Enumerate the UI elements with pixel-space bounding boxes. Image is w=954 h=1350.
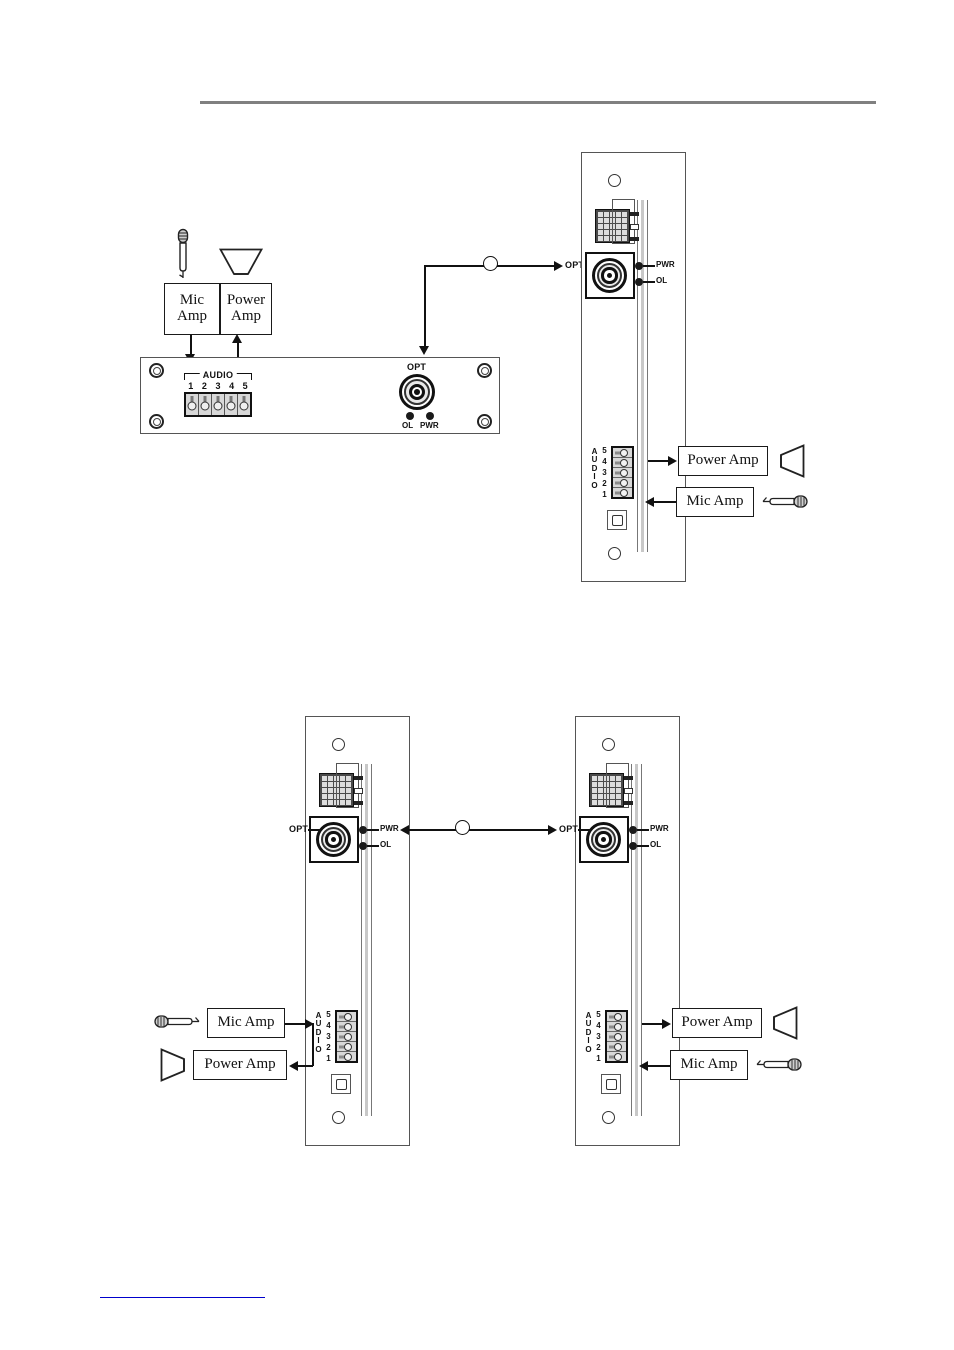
audio-letter-o: O: [315, 1044, 322, 1054]
card-lower-screw: [335, 1078, 347, 1090]
card-led-ol-leader: [367, 845, 379, 847]
card-audio-cell: [607, 1022, 626, 1032]
card-mount-hole-top: [332, 738, 345, 751]
left-mic-amp-box[interactable]: Mic Amp: [207, 1008, 285, 1038]
card-audio-cell: [607, 1052, 626, 1061]
right-card-opt-label: OPT: [559, 824, 579, 834]
card-led-pwr-label: PWR: [650, 824, 669, 833]
card-lower-screw-bracket: [601, 1074, 621, 1094]
right-power-amp-box[interactable]: Power Amp: [672, 1008, 762, 1038]
card-mount-hole-bottom: [602, 1111, 615, 1124]
left-power-amp-box[interactable]: Power Amp: [193, 1050, 287, 1080]
card-audio-pin-4: 4: [326, 1021, 331, 1030]
card-audio-pin-1: 1: [326, 1054, 331, 1063]
card-led-pwr-leader: [367, 829, 379, 831]
card-lower-screw-bracket: [331, 1074, 351, 1094]
card-audio-cell: [337, 1042, 356, 1052]
card-audio-label: A U D I O: [584, 1011, 593, 1054]
fiber-link-line: [409, 829, 548, 831]
card-audio-cell: [337, 1012, 356, 1022]
card-audio-pin-3: 3: [596, 1032, 601, 1041]
left-card-opt-tick: [308, 829, 320, 831]
card-audio-pin-numbers: 5 4 3 2 1: [324, 1010, 333, 1063]
left-power-amp-line: [296, 1065, 313, 1067]
card-audio-cell: [337, 1052, 356, 1061]
figure-bottom: PWR OL A U D I O 5 4 3 2 1 PWR OL A U D …: [0, 0, 954, 1200]
card-lower-screw: [605, 1078, 617, 1090]
speaker-icon: [160, 1048, 190, 1082]
card-led-ol-label: OL: [650, 840, 662, 849]
vertical-card-left: PWR OL A U D I O 5 4 3 2 1: [305, 716, 410, 1146]
speaker-icon: [768, 1006, 798, 1040]
document-page: Mic Amp Power Amp AUDIO 1 2 3 4 5 OPT OL…: [0, 0, 954, 1350]
fiber-arrow-to-left-card: [400, 825, 409, 835]
card-led-pwr: [629, 826, 637, 834]
card-backplane-connector[interactable]: [589, 763, 633, 808]
card-led-pwr-label: PWR: [380, 824, 399, 833]
card-audio-pin-3: 3: [326, 1032, 331, 1041]
card-audio-pin-1: 1: [596, 1054, 601, 1063]
backplane-tab-bottom: [354, 801, 363, 805]
fiber-arrow-to-right-card: [548, 825, 557, 835]
card-audio-pin-5: 5: [596, 1010, 601, 1019]
card-led-ol-label: OL: [380, 840, 392, 849]
card-audio-cell: [607, 1042, 626, 1052]
card-audio-terminal-block: [605, 1010, 628, 1063]
card-audio-label: A U D I O: [314, 1011, 323, 1054]
right-power-amp-label: Power Amp: [681, 1014, 753, 1031]
card-audio-terminal[interactable]: A U D I O 5 4 3 2 1: [314, 1010, 360, 1063]
card-pcb-edge: [361, 764, 372, 1116]
card-audio-pin-5: 5: [326, 1010, 331, 1019]
card-audio-cell: [337, 1022, 356, 1032]
card-audio-pin-2: 2: [326, 1043, 331, 1052]
microphone-icon: [756, 1055, 804, 1075]
card-opt-bnc-connector[interactable]: [586, 822, 621, 857]
fiber-loop-icon: [455, 820, 470, 835]
card-audio-pin-4: 4: [596, 1021, 601, 1030]
card-led-ol-leader: [637, 845, 649, 847]
card-audio-cell: [607, 1032, 626, 1042]
backplane-tab-top: [354, 776, 363, 780]
card-mount-hole-top: [602, 738, 615, 751]
audio-letter-o: O: [585, 1044, 592, 1054]
left-power-amp-tap: [312, 1023, 314, 1066]
backplane-tab-mid: [624, 788, 633, 794]
card-led-pwr: [359, 826, 367, 834]
left-card-opt-label: OPT: [289, 824, 309, 834]
left-power-amp-arrow: [289, 1061, 298, 1071]
card-opt-bnc-connector[interactable]: [316, 822, 351, 857]
right-card-opt-tick: [578, 829, 590, 831]
right-mic-amp-line: [646, 1065, 670, 1067]
card-backplane-connector[interactable]: [319, 763, 363, 808]
vertical-card-right: PWR OL A U D I O 5 4 3 2 1: [575, 716, 680, 1146]
card-led-ol: [629, 842, 637, 850]
left-power-amp-label: Power Amp: [204, 1056, 276, 1073]
card-audio-terminal-block: [335, 1010, 358, 1063]
card-pcb-core: [365, 764, 368, 1116]
right-power-amp-arrow: [662, 1019, 671, 1029]
backplane-tab-bottom: [624, 801, 633, 805]
card-audio-pin-numbers: 5 4 3 2 1: [594, 1010, 603, 1063]
card-audio-cell: [337, 1032, 356, 1042]
footer-hyperlink[interactable]: [100, 1283, 265, 1298]
backplane-tab-top: [624, 776, 633, 780]
microphone-icon: [152, 1012, 200, 1032]
right-mic-amp-arrow: [639, 1061, 648, 1071]
card-pcb-core: [635, 764, 638, 1116]
card-audio-cell: [607, 1012, 626, 1022]
backplane-tab-mid: [354, 788, 363, 794]
card-led-ol: [359, 842, 367, 850]
card-led-pwr-leader: [637, 829, 649, 831]
card-audio-terminal[interactable]: A U D I O 5 4 3 2 1: [584, 1010, 630, 1063]
card-mount-hole-bottom: [332, 1111, 345, 1124]
left-mic-amp-label: Mic Amp: [217, 1014, 275, 1031]
right-mic-amp-box[interactable]: Mic Amp: [670, 1050, 748, 1080]
right-mic-amp-label: Mic Amp: [680, 1056, 738, 1073]
card-audio-pin-2: 2: [596, 1043, 601, 1052]
